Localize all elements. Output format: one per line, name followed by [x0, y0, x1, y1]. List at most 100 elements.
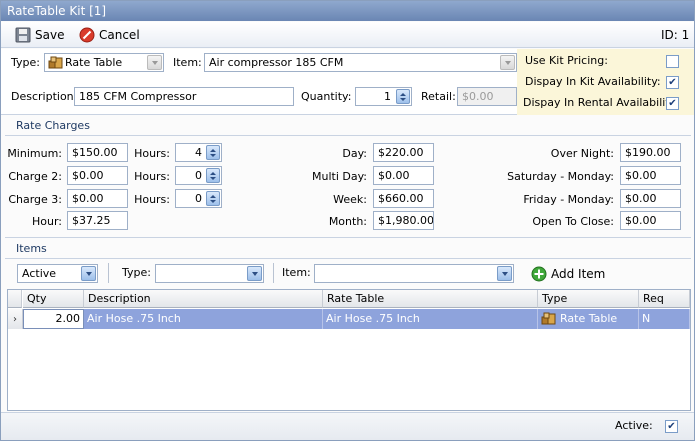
- hour-value: $37.25: [72, 214, 111, 227]
- hours1-stepper[interactable]: 4: [175, 143, 222, 162]
- add-icon: [531, 266, 547, 282]
- use-kit-pricing-checkbox[interactable]: [666, 55, 679, 68]
- charge2-label: Charge 2:: [8, 170, 62, 183]
- type-combo[interactable]: Rate Table: [44, 53, 164, 72]
- cancel-label: Cancel: [99, 28, 140, 42]
- multiday-value: $0.00: [378, 169, 410, 182]
- opentoclose-field[interactable]: $0.00: [620, 211, 681, 230]
- add-item-label: Add Item: [551, 266, 606, 281]
- rental-availability-checkbox[interactable]: ✔: [666, 97, 679, 110]
- charge2-field[interactable]: $0.00: [67, 166, 128, 185]
- items-item-combo[interactable]: [314, 264, 514, 283]
- kit-availability-label: Dispay In Kit Availability:: [525, 75, 661, 88]
- window-title-bar: RateTable Kit [1]: [1, 1, 694, 21]
- multiday-field[interactable]: $0.00: [373, 166, 434, 185]
- week-label: Week:: [333, 193, 367, 206]
- divider: [108, 263, 109, 283]
- items-type-label: Type:: [122, 266, 151, 279]
- week-field[interactable]: $660.00: [373, 189, 434, 208]
- chevron-down-icon[interactable]: [497, 266, 512, 281]
- save-button[interactable]: Save: [15, 26, 64, 44]
- charge3-field[interactable]: $0.00: [67, 189, 128, 208]
- table-cell-type-text: Rate Table: [560, 312, 618, 325]
- day-field[interactable]: $220.00: [373, 143, 434, 162]
- description-field[interactable]: 185 CFM Compressor: [74, 87, 294, 106]
- spin-arrows-icon[interactable]: [396, 89, 410, 104]
- charge2-value: $0.00: [72, 169, 104, 182]
- hours3-stepper[interactable]: 0: [175, 189, 222, 208]
- hours1-value: 4: [195, 146, 202, 159]
- frimon-value: $0.00: [625, 192, 657, 205]
- cancel-button[interactable]: Cancel: [79, 26, 140, 44]
- column-header-type[interactable]: Type: [538, 290, 639, 308]
- active-label: Active:: [615, 419, 653, 432]
- chevron-down-icon[interactable]: [81, 266, 96, 281]
- item-combo[interactable]: Air compressor 185 CFM: [204, 53, 517, 72]
- status-filter-combo[interactable]: Active: [17, 264, 98, 283]
- retail-label: Retail:: [421, 90, 456, 103]
- month-value: $1,980.00: [378, 214, 434, 227]
- day-value: $220.00: [378, 146, 424, 159]
- row-indicator-arrow-icon[interactable]: ›: [8, 309, 23, 329]
- item-label: Item:: [173, 56, 202, 69]
- table-cell-req[interactable]: N: [639, 309, 690, 329]
- spin-arrows-icon[interactable]: [206, 168, 220, 183]
- retail-field: $0.00: [457, 87, 517, 106]
- month-label: Month:: [328, 215, 367, 228]
- hour-field[interactable]: $37.25: [67, 211, 128, 230]
- column-header-req[interactable]: Req: [639, 290, 690, 308]
- rate-table-kit-window: RateTable Kit [1] Save Cancel ID: 1 Type…: [0, 0, 695, 441]
- toolbar: Save Cancel ID: 1: [1, 22, 694, 48]
- floppy-disk-icon: [15, 27, 31, 43]
- column-header-rate-table[interactable]: Rate Table: [323, 290, 538, 308]
- items-type-combo[interactable]: [155, 264, 264, 283]
- hours3-label: Hours:: [134, 193, 170, 206]
- quantity-label: Quantity:: [301, 90, 352, 103]
- footer-bar: Active: ✔: [1, 412, 694, 440]
- hour-label: Hour:: [31, 215, 62, 228]
- table-cell-type[interactable]: Rate Table: [538, 309, 639, 329]
- items-item-label: Item:: [282, 266, 311, 279]
- rate-charges-heading: Rate Charges: [16, 119, 90, 132]
- row-indicator-header: [8, 290, 22, 308]
- column-header-description[interactable]: Description: [84, 290, 323, 308]
- divider: [5, 258, 691, 259]
- month-field[interactable]: $1,980.00: [373, 211, 434, 230]
- add-item-button[interactable]: Add Item: [531, 264, 605, 283]
- hours2-stepper[interactable]: 0: [175, 166, 222, 185]
- overnight-value: $190.00: [625, 146, 671, 159]
- spin-arrows-icon[interactable]: [206, 191, 220, 206]
- charge3-label: Charge 3:: [8, 193, 62, 206]
- hours3-value: 0: [195, 192, 202, 205]
- description-label: Description:: [11, 90, 78, 103]
- column-header-qty[interactable]: Qty: [23, 290, 84, 308]
- kit-availability-checkbox[interactable]: ✔: [666, 76, 679, 89]
- frimon-label: Friday - Monday:: [523, 193, 614, 206]
- spin-arrows-icon[interactable]: [206, 145, 220, 160]
- chevron-down-icon[interactable]: [500, 55, 515, 70]
- chevron-down-icon[interactable]: [247, 266, 262, 281]
- rental-availability-label: Dispay In Rental Availability:: [523, 96, 680, 109]
- quantity-value: 1: [384, 90, 391, 103]
- overnight-field[interactable]: $190.00: [620, 143, 681, 162]
- minimum-field[interactable]: $150.00: [67, 143, 128, 162]
- charge3-value: $0.00: [72, 192, 104, 205]
- minimum-value: $150.00: [72, 146, 118, 159]
- record-id: ID: 1: [661, 28, 690, 42]
- type-value: Rate Table: [65, 56, 123, 69]
- table-cell-rate-table[interactable]: Air Hose .75 Inch: [323, 309, 538, 329]
- items-grid: Qty Description Rate Table Type Req › 2.…: [7, 289, 691, 411]
- active-checkbox[interactable]: ✔: [665, 420, 678, 433]
- table-cell-description[interactable]: Air Hose .75 Inch: [84, 309, 323, 329]
- divider: [5, 135, 691, 136]
- chevron-down-icon[interactable]: [147, 55, 162, 70]
- week-value: $660.00: [378, 192, 424, 205]
- satmon-field[interactable]: $0.00: [620, 166, 681, 185]
- satmon-value: $0.00: [625, 169, 657, 182]
- item-value: Air compressor 185 CFM: [209, 56, 344, 69]
- table-cell-qty[interactable]: 2.00: [23, 309, 84, 329]
- quantity-stepper[interactable]: 1: [355, 87, 412, 106]
- rate-table-icon: [48, 55, 63, 71]
- frimon-field[interactable]: $0.00: [620, 189, 681, 208]
- divider: [5, 237, 691, 238]
